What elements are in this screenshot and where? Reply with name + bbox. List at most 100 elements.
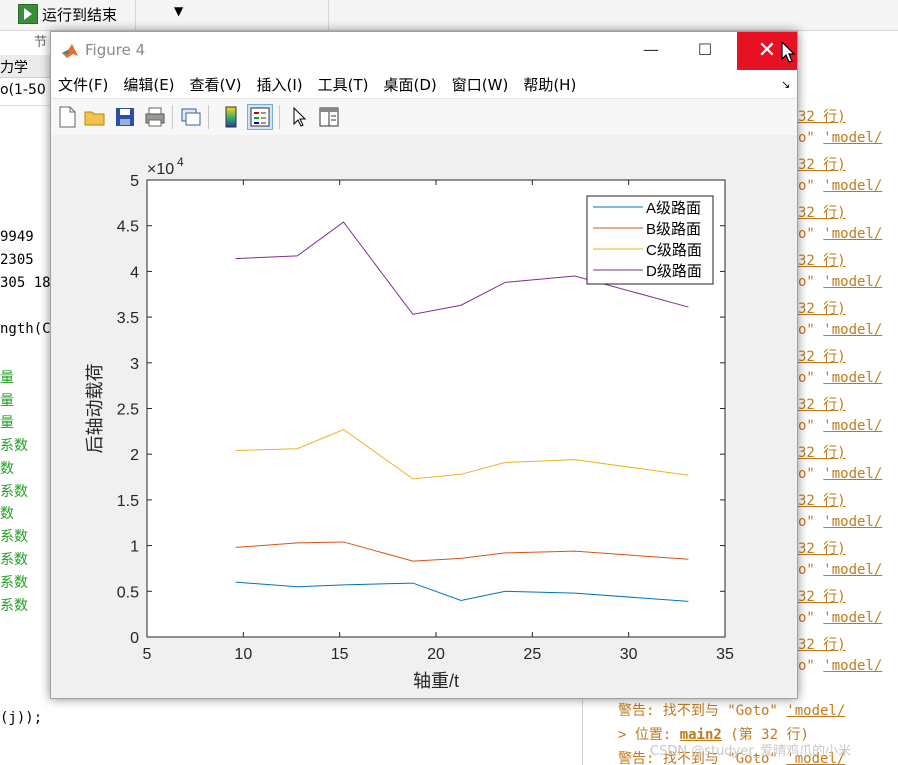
legend-entry: B级路面 bbox=[646, 221, 701, 238]
save-icon[interactable] bbox=[113, 105, 137, 129]
cmd-warning-fragment: o" 'model/ bbox=[798, 226, 882, 242]
y-exponent-power: 4 bbox=[177, 155, 184, 169]
figure-canvas[interactable]: 5 10 15 20 25 30 35 0 0.5 1 1.5 2 2.5 3 3.5 4 4.5 5 ×10 4 轴重… bbox=[51, 135, 797, 698]
x-tick-label: 25 bbox=[523, 646, 541, 663]
figure-titlebar[interactable]: Figure 4 — ☐ ✕ bbox=[51, 32, 797, 70]
line-link[interactable]: 32 行) bbox=[798, 637, 846, 653]
cmd-warning-fragment: o" 'model/ bbox=[798, 418, 882, 434]
comment-line: 量 bbox=[0, 415, 14, 431]
comment-line: 系数 bbox=[0, 552, 28, 568]
model-link[interactable]: 'model/ bbox=[823, 562, 882, 578]
cmd-warning-fragment: o" 'model/ bbox=[798, 274, 882, 290]
menu-file[interactable]: 文件(F) bbox=[58, 74, 108, 95]
model-link[interactable]: 'model/ bbox=[823, 658, 882, 674]
run-to-end-button[interactable]: 运行到结束 bbox=[18, 3, 117, 25]
line-link[interactable]: 32 行) bbox=[798, 397, 846, 413]
comment-line: 系数 bbox=[0, 598, 28, 614]
line-link[interactable]: 32 行) bbox=[798, 541, 846, 557]
pointer-icon[interactable] bbox=[287, 105, 311, 129]
figure-title: Figure 4 bbox=[85, 41, 146, 59]
plot-area[interactable]: 5 10 15 20 25 30 3500.511.522.533.544.55×10 4轴重… bbox=[51, 135, 797, 698]
toolstrip-divider bbox=[328, 0, 329, 30]
figure-window[interactable]: Figure 4 — ☐ ✕ 文件(F) 编辑(E) 查看(V) 插入(I) 工… bbox=[50, 31, 798, 699]
line-link[interactable]: 32 行) bbox=[798, 445, 846, 461]
model-link[interactable]: 'model/ bbox=[823, 370, 882, 386]
cmd-text: o" bbox=[798, 130, 824, 146]
legend-entry: D级路面 bbox=[646, 263, 702, 280]
comment-line: 量 bbox=[0, 393, 14, 409]
model-link[interactable]: 'model/ bbox=[823, 178, 882, 194]
y-tick-label: 2 bbox=[130, 447, 139, 464]
y-exponent-label: ×10 bbox=[147, 161, 174, 178]
model-link[interactable]: 'model/ bbox=[786, 703, 845, 719]
maximize-button[interactable]: ☐ bbox=[691, 38, 719, 64]
link-plot-icon[interactable] bbox=[179, 105, 203, 129]
model-link[interactable]: 'model/ bbox=[823, 130, 882, 146]
menu-view[interactable]: 查看(V) bbox=[190, 74, 242, 95]
legend-entry: C级路面 bbox=[646, 242, 702, 259]
model-link[interactable]: 'model/ bbox=[823, 322, 882, 338]
model-link[interactable]: 'model/ bbox=[823, 226, 882, 242]
model-link[interactable]: 'model/ bbox=[823, 466, 882, 482]
line-link[interactable]: 32 行) bbox=[798, 109, 846, 125]
menu-window[interactable]: 窗口(W) bbox=[452, 74, 509, 95]
x-tick-label: 30 bbox=[620, 646, 638, 663]
line-link[interactable]: 32 行) bbox=[798, 589, 846, 605]
menu-edit[interactable]: 编辑(E) bbox=[123, 74, 174, 95]
y-tick-label: 0.5 bbox=[117, 584, 139, 601]
cmd-text: 警告: 找不到与 "Goto" bbox=[618, 703, 787, 719]
cmd-warning-fragment: o" 'model/ bbox=[798, 370, 882, 386]
menu-tools[interactable]: 工具(T) bbox=[318, 74, 369, 95]
print-icon[interactable] bbox=[143, 105, 167, 129]
toolbar-divider bbox=[172, 105, 173, 129]
figure-toolbar bbox=[51, 98, 797, 136]
property-editor-icon[interactable] bbox=[317, 105, 341, 129]
colorbar-icon[interactable] bbox=[219, 105, 243, 129]
watermark: CSDN @studyer_爱晴鸡爪的小米 bbox=[650, 744, 852, 759]
toolbar-divider bbox=[208, 105, 209, 129]
y-tick-label: 0 bbox=[130, 630, 139, 647]
line-link[interactable]: 32 行) bbox=[798, 493, 846, 509]
comment-line: 系数 bbox=[0, 575, 28, 591]
minimize-button[interactable]: — bbox=[637, 38, 665, 64]
line-link[interactable]: 32 行) bbox=[798, 253, 846, 269]
code-line: (j)); bbox=[0, 710, 43, 726]
code-line: 2305 bbox=[0, 252, 34, 268]
cmd-line-fragment: 32 行) bbox=[798, 490, 846, 510]
cmd-warning-fragment: o" 'model/ bbox=[798, 514, 882, 530]
editor-path: o(1-50 bbox=[0, 82, 46, 98]
cmd-line-fragment: 32 行) bbox=[798, 586, 846, 606]
chevron-down-icon[interactable]: ▼ bbox=[174, 4, 183, 18]
line-link[interactable]: 32 行) bbox=[798, 349, 846, 365]
menu-insert[interactable]: 插入(I) bbox=[257, 74, 303, 95]
line-link[interactable]: 32 行) bbox=[798, 301, 846, 317]
editor-tab-label: 力学 bbox=[0, 60, 28, 76]
model-link[interactable]: 'model/ bbox=[823, 418, 882, 434]
section-label: 节 bbox=[34, 35, 48, 50]
new-figure-icon[interactable] bbox=[55, 105, 79, 129]
run-icon bbox=[18, 4, 38, 24]
y-tick-label: 1 bbox=[130, 539, 139, 556]
model-link[interactable]: 'model/ bbox=[823, 514, 882, 530]
cmd-warning-fragment: o" 'model/ bbox=[798, 610, 882, 626]
cmd-text: o" bbox=[798, 466, 824, 482]
open-icon[interactable] bbox=[83, 105, 107, 129]
cmd-warning-fragment: o" 'model/ bbox=[798, 178, 882, 194]
editor-tab[interactable]: 力学 bbox=[0, 55, 50, 78]
comment-line: 系数 bbox=[0, 484, 28, 500]
comment-line: 系数 bbox=[0, 529, 28, 545]
x-tick-label: 35 bbox=[716, 646, 734, 663]
x-tick-label: 5 bbox=[143, 646, 152, 663]
cmd-warning-fragment: o" 'model/ bbox=[798, 130, 882, 146]
legend-icon[interactable] bbox=[247, 104, 273, 130]
menu-help[interactable]: 帮助(H) bbox=[523, 74, 576, 95]
line-link[interactable]: 32 行) bbox=[798, 157, 846, 173]
model-link[interactable]: 'model/ bbox=[823, 610, 882, 626]
dock-arrow-icon[interactable]: ↘ bbox=[781, 78, 790, 91]
x-tick-label: 20 bbox=[427, 646, 445, 663]
line-link[interactable]: 32 行) bbox=[798, 205, 846, 221]
menu-desktop[interactable]: 桌面(D) bbox=[384, 74, 437, 95]
comment-line: 数 bbox=[0, 461, 14, 477]
model-link[interactable]: 'model/ bbox=[823, 274, 882, 290]
cmd-text: o" bbox=[798, 226, 824, 242]
